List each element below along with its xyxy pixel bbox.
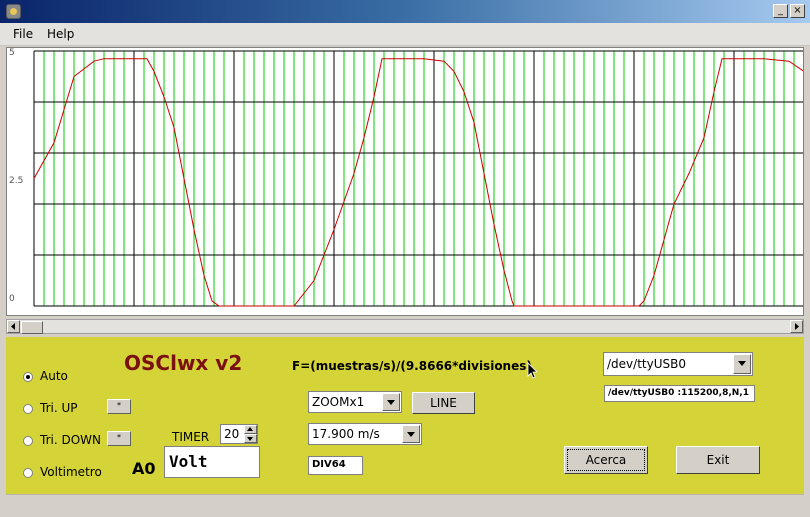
arrow-right-icon [795,323,799,330]
port-select[interactable]: /dev/ttyUSB0 [603,352,753,376]
radio-tri-down[interactable] [23,436,33,446]
spin-down-icon[interactable] [244,434,257,443]
app-icon [6,4,21,19]
minimize-button[interactable]: _ [773,4,788,18]
timer-value: 20 [224,427,240,441]
scope-plot [33,50,803,307]
volt-display: Volt [164,446,260,478]
radio-tri-up[interactable] [23,404,33,414]
volt-display-text: Volt [169,452,208,471]
div-field: DIV64 [308,456,363,475]
menu-bar: File Help [0,23,810,46]
rate-select[interactable]: 17.900 m/s [308,423,422,445]
exit-button[interactable]: Exit [676,446,760,474]
spin-up-icon[interactable] [244,425,257,434]
radio-tri-down-label: Tri. DOWN [40,433,101,447]
radio-auto[interactable] [23,372,33,382]
chevron-down-icon [733,354,751,374]
radio-voltimetro-label: Voltimetro [40,465,102,479]
tri-up-button[interactable]: * [107,399,131,414]
frequency-formula: F=(muestras/s)/(9.8666*divisiones) [292,359,532,373]
menu-file[interactable]: File [13,27,33,41]
menu-help[interactable]: Help [47,27,74,41]
channel-label: A0 [132,459,156,478]
timer-label: TIMER [172,430,210,444]
radio-auto-label: Auto [40,369,68,383]
about-button[interactable]: Acerca [564,446,648,474]
signal-trace [33,58,803,307]
scope-grid [33,50,803,307]
port-settings-value: /dev/ttyUSB0 :115200,8,N,1 [608,388,749,398]
zoom-value: ZOOMx1 [312,395,365,409]
horizontal-scrollbar[interactable] [6,319,804,334]
oscilloscope-display: 5 2.5 0 [6,47,804,316]
y-label-min: 0 [9,294,15,304]
div-value: DIV64 [312,459,346,470]
timer-spinner[interactable]: 20 [220,424,258,444]
port-value: /dev/ttyUSB0 [607,357,686,371]
scroll-right-button[interactable] [790,320,803,333]
zoom-select[interactable]: ZOOMx1 [308,391,402,413]
chevron-down-icon [382,393,400,411]
rate-value: 17.900 m/s [312,427,380,441]
status-bar [6,494,804,515]
scroll-thumb[interactable] [21,321,43,334]
radio-voltimetro[interactable] [23,468,33,478]
scroll-left-button[interactable] [7,320,20,333]
line-button[interactable]: LINE [412,392,475,414]
arrow-left-icon [11,323,15,330]
y-label-mid: 2.5 [9,176,24,186]
control-panel: OSClwx v2 F=(muestras/s)/(9.8666*divisio… [6,337,804,494]
radio-tri-up-label: Tri. UP [40,401,78,415]
chevron-down-icon [402,425,420,443]
close-button[interactable]: × [790,4,805,18]
tri-down-button[interactable]: * [107,431,131,446]
title-bar: _ × [0,0,810,23]
y-label-max: 5 [9,48,15,58]
port-settings-field: /dev/ttyUSB0 :115200,8,N,1 [604,385,755,402]
mouse-cursor-icon [527,362,538,379]
app-title: OSClwx v2 [124,351,243,375]
